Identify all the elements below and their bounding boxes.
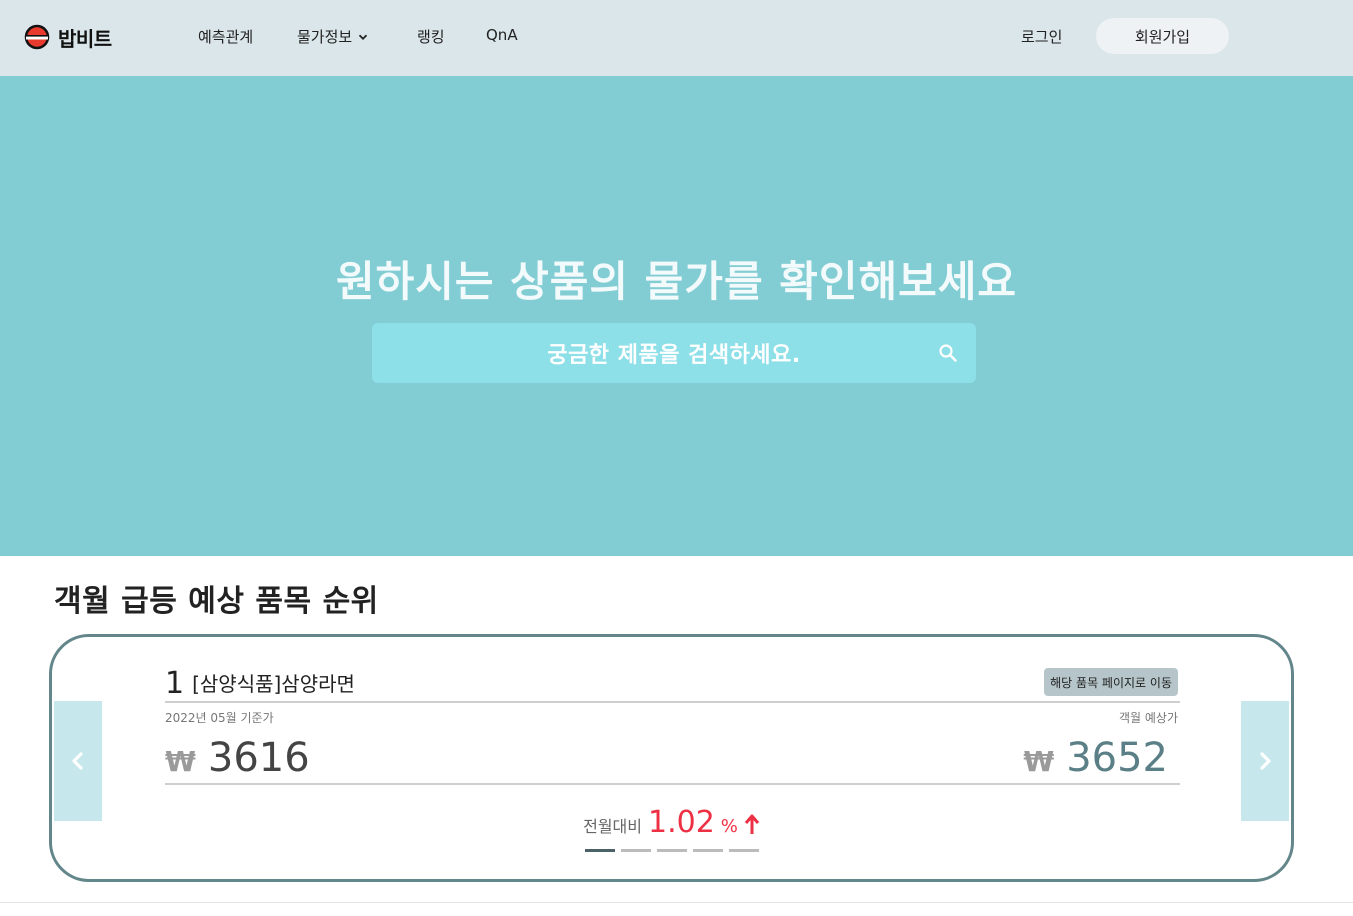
carousel-indicators bbox=[585, 849, 759, 852]
nav-item-price-info[interactable]: 물가정보 bbox=[297, 26, 368, 47]
login-link[interactable]: 로그인 bbox=[1021, 26, 1062, 47]
ranking-carousel: 1 [삼양식품]삼양라면 해당 품목 페이지로 이동 2022년 05월 기준가… bbox=[49, 634, 1294, 882]
nav-item-label: 랭킹 bbox=[417, 28, 445, 46]
ranking-section-title: 객월 급등 예상 품목 순위 bbox=[54, 584, 379, 619]
chevron-left-icon bbox=[72, 752, 83, 770]
search-icon[interactable] bbox=[938, 343, 958, 363]
carousel-indicator[interactable] bbox=[657, 849, 687, 852]
nav-item-label: 예측관계 bbox=[198, 28, 254, 46]
brand-name: 밥비트 bbox=[58, 26, 112, 51]
login-label: 로그인 bbox=[1021, 28, 1063, 46]
brand-logo[interactable]: 밥비트 bbox=[24, 20, 112, 54]
predicted-price-label: 객월 예상가 bbox=[1118, 711, 1178, 725]
carousel-indicator[interactable] bbox=[693, 849, 723, 852]
predicted-price: 3652 bbox=[1066, 735, 1168, 781]
arrow-up-icon bbox=[744, 814, 760, 834]
current-price: 3616 bbox=[207, 735, 310, 781]
predicted-price-block: ₩ 3652 bbox=[1023, 735, 1168, 781]
carousel-indicator[interactable] bbox=[729, 849, 759, 852]
base-date-label: 2022년 05월 기준가 bbox=[165, 711, 274, 725]
search-placeholder: 궁금한 제품을 검색하세요. bbox=[547, 343, 801, 368]
rice-bowl-logo-icon bbox=[24, 24, 50, 50]
goto-item-page-button[interactable]: 해당 품목 페이지로 이동 bbox=[1044, 668, 1178, 696]
signup-button[interactable]: 회원가입 bbox=[1096, 18, 1229, 54]
won-currency-symbol: ₩ bbox=[165, 745, 196, 778]
chevron-down-icon bbox=[359, 34, 368, 40]
change-label: 전월대비 bbox=[583, 817, 642, 836]
product-name: [삼양식품]삼양라면 bbox=[192, 672, 355, 696]
change-value: 1.02 bbox=[647, 805, 715, 840]
carousel-next-button[interactable] bbox=[1241, 701, 1289, 821]
nav-item-label: QnA bbox=[486, 26, 518, 44]
carousel-indicator[interactable] bbox=[585, 849, 615, 852]
rank-item-header: 1 [삼양식품]삼양라면 해당 품목 페이지로 이동 bbox=[165, 665, 1180, 703]
carousel-prev-button[interactable] bbox=[54, 701, 102, 821]
won-currency-symbol: ₩ bbox=[1023, 745, 1055, 778]
nav-item-prediction[interactable]: 예측관계 bbox=[198, 26, 253, 47]
rank-number: 1 bbox=[165, 666, 185, 701]
nav-item-ranking[interactable]: 랭킹 bbox=[417, 26, 445, 47]
hero-banner: 원하시는 상품의 물가를 확인해보세요 궁금한 제품을 검색하세요. bbox=[0, 76, 1353, 556]
carousel-indicator[interactable] bbox=[621, 849, 651, 852]
search-input[interactable]: 궁금한 제품을 검색하세요. bbox=[372, 323, 976, 383]
month-change: 전월대비 1.02 % bbox=[52, 805, 1291, 840]
change-unit: % bbox=[720, 816, 738, 837]
nav-item-label: 물가정보 bbox=[297, 28, 353, 46]
top-header: 밥비트 예측관계 물가정보 랭킹 QnA 로그인 회원가입 bbox=[0, 0, 1353, 76]
hero-title: 원하시는 상품의 물가를 확인해보세요 bbox=[335, 257, 1018, 306]
current-price-block: ₩ 3616 bbox=[165, 735, 310, 781]
nav-item-qna[interactable]: QnA bbox=[486, 26, 518, 44]
divider bbox=[0, 902, 1353, 903]
chevron-right-icon bbox=[1260, 752, 1271, 770]
price-row: ₩ 3616 ₩ 3652 bbox=[165, 733, 1180, 785]
